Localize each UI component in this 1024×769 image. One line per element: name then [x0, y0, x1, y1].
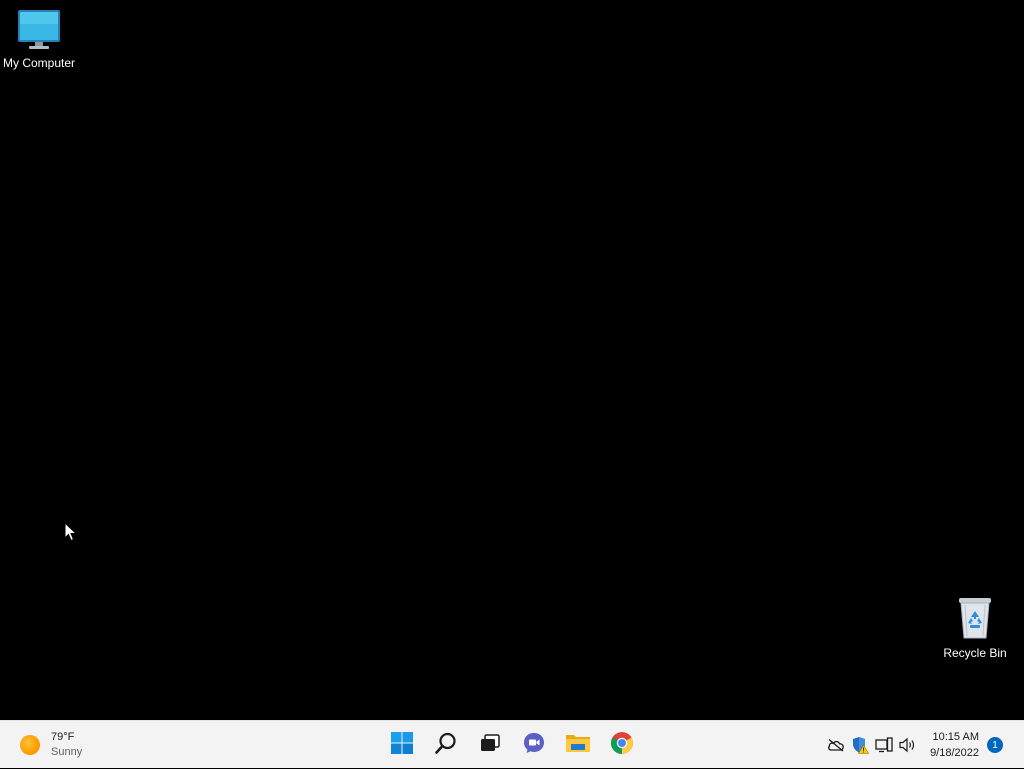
start-button[interactable] — [382, 725, 422, 765]
chrome-button[interactable] — [602, 725, 642, 765]
taskbar-apps — [380, 725, 644, 765]
computer-monitor-icon — [1, 8, 77, 53]
chrome-icon — [610, 731, 634, 760]
task-view-icon — [479, 732, 501, 759]
folder-icon — [565, 732, 591, 759]
taskbar: 79°F Sunny 10:15 AM 9/18/2022 1 — [0, 720, 1024, 768]
desktop-icon-label: My Computer — [2, 56, 76, 70]
chat-button[interactable] — [514, 725, 554, 765]
desktop-icon-label: Recycle Bin — [943, 646, 1007, 660]
task-view-button[interactable] — [470, 725, 510, 765]
desktop-icon-recycle-bin[interactable]: Recycle Bin — [937, 596, 1013, 660]
desktop: My Computer Recycle Bin — [0, 0, 1024, 720]
notification-badge[interactable]: 1 — [987, 737, 1003, 753]
weather-temperature: 79°F — [51, 731, 75, 743]
network-icon[interactable] — [872, 733, 896, 757]
clock[interactable]: 10:15 AM 9/18/2022 — [930, 729, 979, 761]
sun-icon — [20, 735, 40, 755]
recycle-bin-icon — [937, 596, 1013, 643]
file-explorer-button[interactable] — [558, 725, 598, 765]
weather-condition: Sunny — [51, 746, 83, 758]
search-icon — [434, 731, 458, 760]
windows-start-icon — [390, 731, 414, 760]
clock-time: 10:15 AM — [932, 731, 979, 743]
onedrive-offline-icon[interactable] — [824, 733, 848, 757]
security-warning-icon[interactable] — [848, 733, 872, 757]
desktop-icon-my-computer[interactable]: My Computer — [1, 8, 77, 70]
system-tray: 10:15 AM 9/18/2022 1 — [824, 721, 1024, 769]
volume-icon[interactable] — [896, 733, 920, 757]
chat-icon — [522, 731, 546, 760]
weather-widget[interactable]: 79°F Sunny — [20, 729, 82, 761]
search-button[interactable] — [426, 725, 466, 765]
mouse-cursor-icon — [64, 521, 78, 542]
clock-date: 9/18/2022 — [930, 747, 979, 759]
